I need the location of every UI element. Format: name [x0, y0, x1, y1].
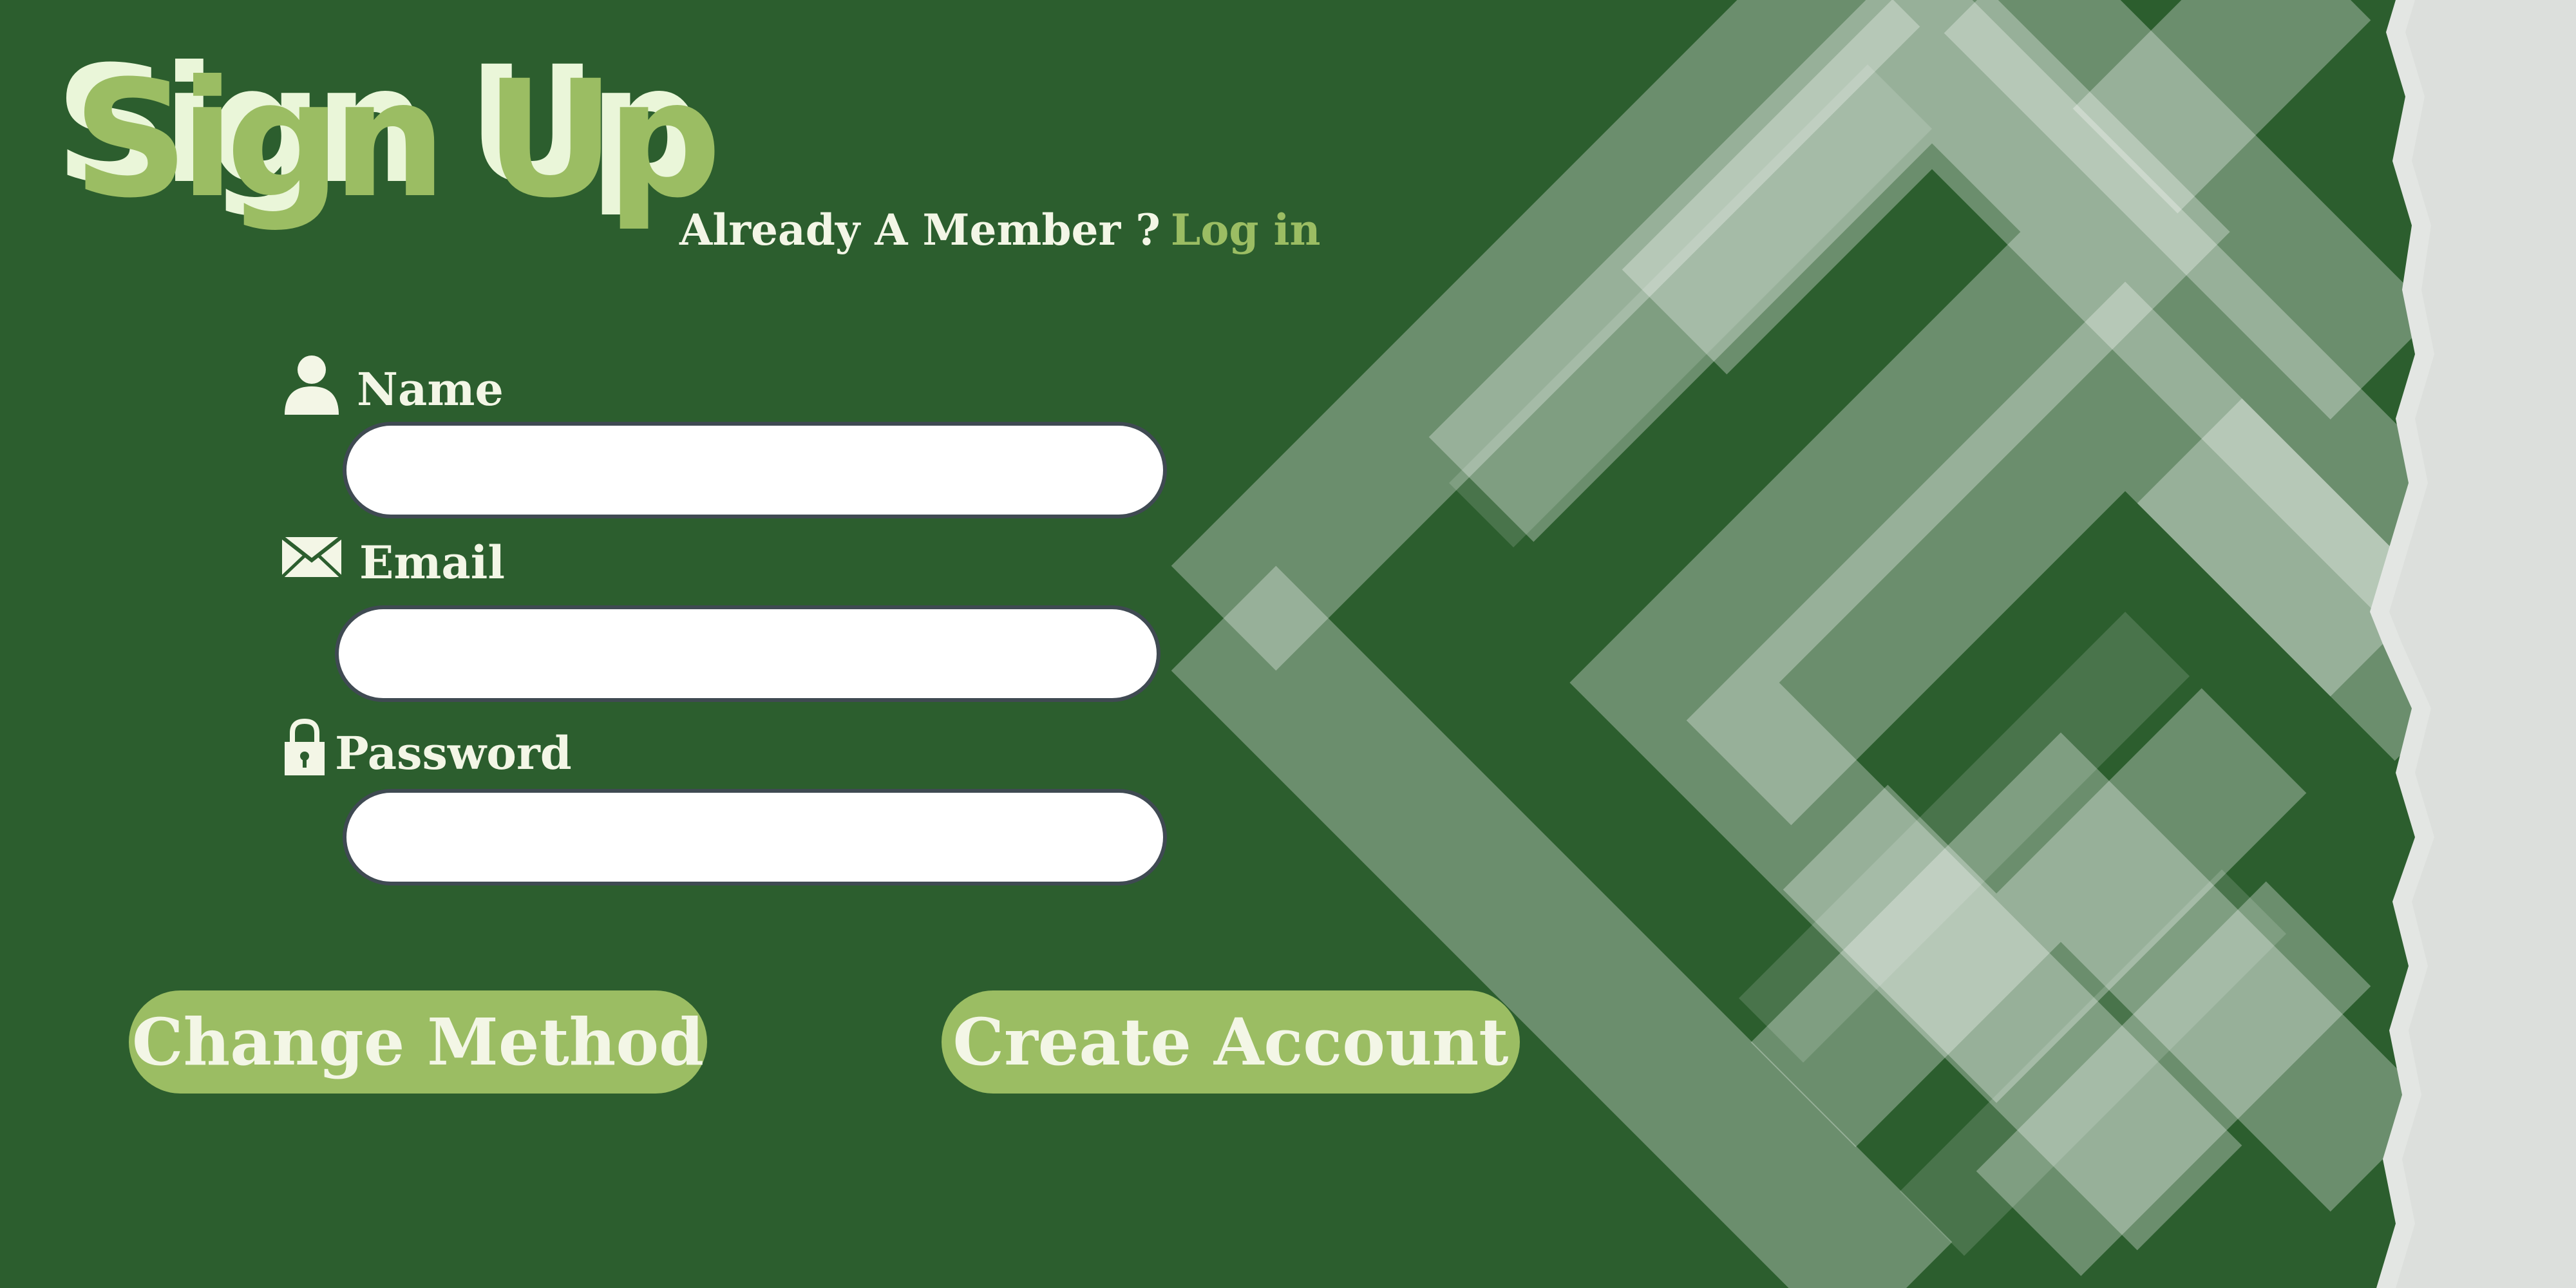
page-title: Sign Up	[73, 46, 722, 233]
change-method-button[interactable]: Change Method	[129, 990, 707, 1094]
member-prompt-text: Already A Member ?	[679, 205, 1160, 255]
member-prompt: Already A Member ? Log in	[679, 205, 1321, 255]
torn-paper-edge	[2370, 0, 2576, 1288]
envelope-icon	[281, 535, 343, 589]
password-label: Password	[335, 726, 572, 780]
name-label-row: Name	[283, 353, 504, 426]
email-input[interactable]	[335, 605, 1160, 702]
login-link[interactable]: Log in	[1171, 205, 1321, 255]
password-label-row: Password	[283, 718, 572, 788]
email-label-row: Email	[281, 535, 505, 589]
name-input[interactable]	[343, 422, 1167, 518]
name-label: Name	[357, 363, 504, 416]
lock-icon	[283, 718, 326, 788]
password-input[interactable]	[343, 789, 1167, 886]
create-account-button[interactable]: Create Account	[942, 990, 1520, 1094]
sign-up-title: Sign Up Sign Up	[55, 45, 770, 238]
email-label: Email	[359, 536, 505, 589]
user-icon	[283, 353, 340, 426]
